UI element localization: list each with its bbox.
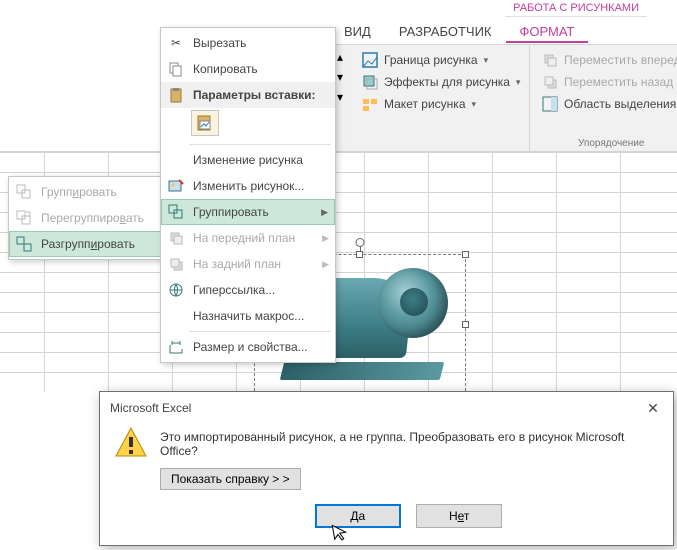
ctx-change-picture[interactable]: Изменение рисунка: [161, 147, 335, 173]
send-backward-button[interactable]: Переместить назад: [538, 71, 677, 93]
ctx-edit-picture[interactable]: Изменить рисунок...: [161, 173, 335, 199]
group-submenu: Группировать Перегруппировать Разгруппир…: [8, 176, 164, 260]
effects-icon: [362, 74, 378, 90]
ctx-send-back[interactable]: На задний план ▶: [161, 251, 335, 277]
picture-border-button[interactable]: Граница рисунка ▾: [358, 49, 521, 71]
submenu-ungroup[interactable]: Разгруппировать: [9, 231, 163, 257]
dialog-message: Это импортированный рисунок, а не группа…: [160, 430, 657, 458]
ribbon-tabs: ВИД РАЗРАБОТЧИК ФОРМАТ: [330, 21, 677, 43]
send-back-icon: [167, 255, 185, 273]
size-props-icon: [167, 338, 185, 356]
cut-icon: ✂: [167, 34, 185, 52]
submenu-group[interactable]: Группировать: [9, 179, 163, 205]
warning-icon: [114, 426, 148, 460]
ctx-paste-heading-label: Параметры вставки:: [193, 88, 316, 102]
show-help-button[interactable]: Показать справку > >: [160, 468, 301, 490]
context-menu: ✂ Вырезать Копировать Параметры вставки:…: [160, 27, 336, 363]
dialog-close-button[interactable]: ✕: [643, 398, 663, 418]
ctx-send-back-label: На задний план: [193, 257, 281, 271]
selection-pane-icon: [542, 96, 558, 112]
ctx-hyperlink[interactable]: Гиперссылка...: [161, 277, 335, 303]
group-icon: [15, 183, 33, 201]
resize-handle-ne[interactable]: [462, 251, 469, 258]
picture-effects-label: Эффекты для рисунка: [384, 75, 510, 89]
bring-forward-button[interactable]: Переместить вперед: [538, 49, 677, 71]
ctx-change-picture-label: Изменение рисунка: [193, 153, 303, 167]
contextual-tab-label: РАБОТА С РИСУНКАМИ: [505, 0, 647, 17]
picture-layout-label: Макет рисунка: [384, 97, 466, 111]
tab-view[interactable]: ВИД: [330, 21, 385, 43]
dialog-title: Microsoft Excel: [110, 401, 191, 415]
rotation-handle[interactable]: [356, 238, 365, 247]
picture-border-label: Граница рисунка: [384, 53, 478, 67]
edit-picture-icon: [167, 177, 185, 195]
submenu-arrow-icon: ▶: [322, 259, 329, 270]
send-backward-label: Переместить назад: [564, 75, 673, 89]
submenu-ungroup-label: Разгруппировать: [41, 237, 135, 251]
resize-handle-e[interactable]: [462, 321, 469, 328]
submenu-regroup[interactable]: Перегруппировать: [9, 205, 163, 231]
layout-icon: [362, 96, 378, 112]
border-icon: [362, 52, 378, 68]
ctx-bring-front-label: На передний план: [193, 231, 295, 245]
dialog-yes-button[interactable]: Да: [315, 504, 401, 528]
ungroup-icon: [15, 235, 33, 253]
paste-option-picture[interactable]: [191, 110, 219, 136]
ctx-size-props[interactable]: Размер и свойства...: [161, 334, 335, 360]
resize-handle-n[interactable]: [356, 251, 363, 258]
ctx-bring-front[interactable]: На передний план ▶: [161, 225, 335, 251]
hyperlink-icon: [167, 281, 185, 299]
ctx-assign-macro-label: Назначить макрос...: [193, 309, 304, 323]
close-icon: ✕: [647, 400, 659, 417]
ctx-edit-picture-label: Изменить рисунок...: [193, 179, 304, 193]
message-dialog: Microsoft Excel ✕ Это импортированный ри…: [99, 391, 674, 546]
picture-effects-button[interactable]: Эффекты для рисунка ▾: [358, 71, 521, 93]
arrange-group-label: Упорядочение: [530, 138, 677, 149]
dialog-no-button[interactable]: Нет: [416, 504, 502, 528]
selection-pane-button[interactable]: Область выделения: [538, 93, 677, 115]
copy-icon: [167, 60, 185, 78]
send-backward-icon: [542, 74, 558, 90]
bring-front-icon: [167, 229, 185, 247]
regroup-icon: [15, 209, 33, 227]
ctx-copy[interactable]: Копировать: [161, 56, 335, 82]
ctx-size-props-label: Размер и свойства...: [193, 340, 308, 354]
ctx-group-label: Группировать: [193, 205, 269, 219]
tab-format[interactable]: ФОРМАТ: [506, 21, 589, 43]
clipboard-icon: [167, 86, 185, 104]
arrange-group: Переместить вперед Переместить назад Обл…: [530, 45, 677, 151]
ctx-copy-label: Копировать: [193, 62, 258, 76]
ctx-assign-macro[interactable]: Назначить макрос...: [161, 303, 335, 329]
bring-forward-icon: [542, 52, 558, 68]
submenu-arrow-icon: ▶: [322, 233, 329, 244]
ctx-cut-label: Вырезать: [193, 36, 246, 50]
submenu-group-label: Группировать: [41, 185, 117, 199]
submenu-regroup-label: Перегруппировать: [41, 211, 144, 225]
picture-layout-button[interactable]: Макет рисунка ▾: [358, 93, 521, 115]
ribbon: РАБОТА С РИСУНКАМИ ВИД РАЗРАБОТЧИК ФОРМА…: [0, 0, 677, 152]
submenu-arrow-icon: ▶: [321, 207, 328, 218]
ctx-group[interactable]: Группировать ▶: [161, 199, 335, 225]
selection-pane-label: Область выделения: [564, 97, 676, 111]
picture-styles-group: Граница рисунка ▾ Эффекты для рисунка ▾ …: [350, 45, 530, 151]
bring-forward-label: Переместить вперед: [564, 53, 677, 67]
ctx-paste-heading: Параметры вставки:: [161, 82, 335, 108]
ctx-cut[interactable]: ✂ Вырезать: [161, 30, 335, 56]
ctx-hyperlink-label: Гиперссылка...: [193, 283, 275, 297]
tab-developer[interactable]: РАЗРАБОТЧИК: [385, 21, 506, 43]
group-icon: [167, 203, 185, 221]
